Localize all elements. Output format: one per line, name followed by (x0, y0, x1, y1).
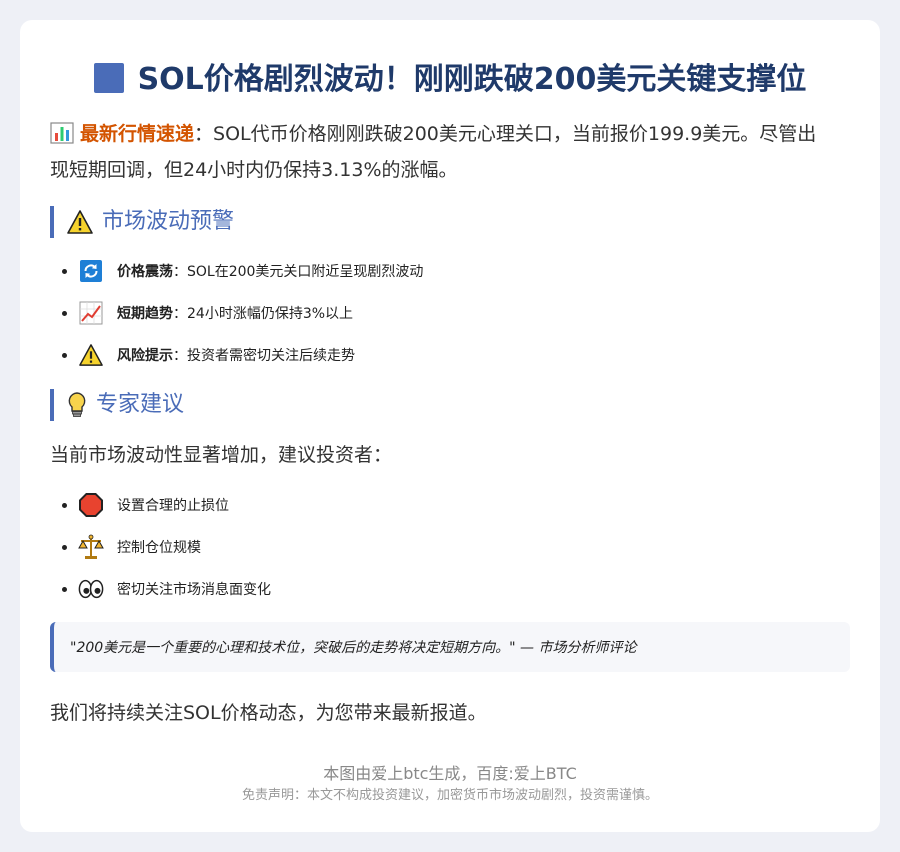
warning-icon (78, 342, 104, 368)
intro-highlight: 最新行情速递 (80, 123, 195, 145)
item-label: 短期趋势 (117, 306, 173, 322)
warning-list: 价格震荡 ：SOL在200美元关口附近呈现剧烈波动 短期趋势 ：24小时涨幅仍保持3… (62, 250, 424, 376)
article-card: SOL价格剧烈波动！刚刚跌破200美元关键支撑位 最新行情速递：SOL代币价格刚… (20, 20, 880, 832)
trend-up-chart-icon (78, 300, 104, 326)
list-item: 风险提示 ：投资者需密切关注后续走势 (62, 334, 423, 376)
light-bulb-icon (68, 392, 86, 417)
bullet (62, 311, 67, 316)
eyes-icon (78, 576, 104, 602)
balance-scale-icon (78, 534, 104, 560)
list-item: 价格震荡 ：SOL在200美元关口附近呈现剧烈波动 (62, 250, 424, 292)
title-text: SOL价格剧烈波动！刚刚跌破200美元关键支撑位 (137, 62, 807, 97)
item-label: 风险提示 (117, 348, 173, 364)
list-item: 控制仓位规模 (62, 526, 271, 568)
stop-sign-icon (78, 492, 104, 518)
item-text: 密切关注市场消息面变化 (117, 582, 271, 598)
section-heading-text: 市场波动预警 (102, 209, 235, 234)
item-text: ：24小时涨幅仍保持3%以上 (173, 306, 354, 322)
footer-credit: 本图由爱上btc生成，百度:爱上BTC (323, 764, 577, 783)
article-title: SOL价格剧烈波动！刚刚跌破200美元关键支撑位 (20, 54, 880, 98)
bullet (62, 269, 67, 274)
closing-text: 我们将持续关注SOL价格动态，为您带来最新报道。 (50, 702, 487, 724)
intro-paragraph: 最新行情速递：SOL代币价格刚刚跌破200美元心理关口，当前报价199.9美元。… (50, 116, 830, 188)
blue-square-icon (93, 63, 124, 93)
advice-lead: 当前市场波动性显著增加，建议投资者： (50, 444, 393, 466)
bullet (62, 545, 67, 550)
footer-disclaimer: 免责声明：本文不构成投资建议，加密货币市场波动剧烈，投资需谨慎。 (241, 788, 658, 803)
bullet (62, 353, 67, 358)
bar-chart-icon (50, 122, 74, 144)
bullet (62, 587, 67, 592)
section-heading-advice: 专家建议 (50, 389, 184, 421)
advice-list: 设置合理的止损位 控制仓位规模 密切关注市场消息面变化 (62, 484, 271, 610)
item-text: 设置合理的止损位 (117, 498, 229, 514)
analyst-quote: "200美元是一个重要的心理和技术位，突破后的走势将决定短期方向。" — 市场分… (50, 622, 850, 672)
list-item: 设置合理的止损位 (62, 484, 271, 526)
list-item: 密切关注市场消息面变化 (62, 568, 271, 610)
list-item: 短期趋势 ：24小时涨幅仍保持3%以上 (62, 292, 423, 334)
section-heading-warning: 市场波动预警 (50, 206, 234, 238)
item-text: ：投资者需密切关注后续走势 (173, 348, 355, 364)
item-label: 价格震荡 (117, 264, 173, 280)
section-heading-text: 专家建议 (96, 392, 185, 417)
item-text: 控制仓位规模 (117, 540, 201, 556)
item-text: ：SOL在200美元关口附近呈现剧烈波动 (173, 264, 424, 280)
quote-text: "200美元是一个重要的心理和技术位，突破后的走势将决定短期方向。" — 市场分… (70, 640, 637, 656)
bullet (62, 503, 67, 508)
warning-icon (67, 210, 93, 234)
refresh-icon (78, 258, 104, 284)
intro-colon: ： (194, 123, 214, 145)
